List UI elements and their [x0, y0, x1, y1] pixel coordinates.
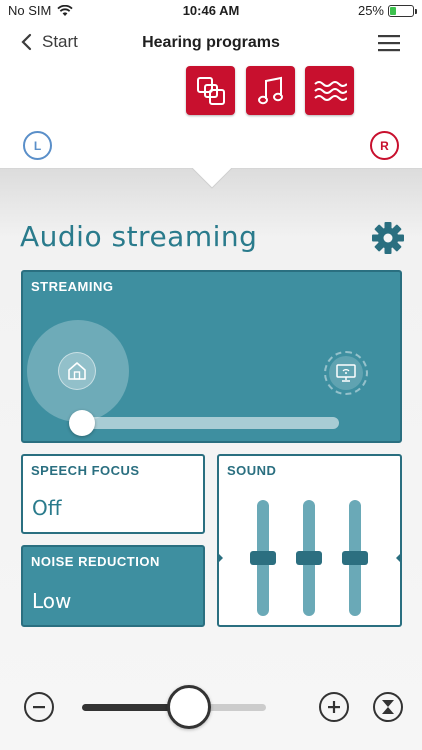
timer-button[interactable] [373, 692, 403, 722]
sound-panel[interactable]: SOUND [217, 454, 402, 627]
noise-reduction-label: NOISE REDUCTION [31, 554, 160, 569]
speech-focus-value: Off [32, 496, 62, 520]
sound-label: SOUND [227, 463, 277, 478]
tv-streamer-icon[interactable] [324, 351, 368, 395]
tv-streamer-inner [329, 356, 363, 390]
program-button-waves[interactable] [305, 66, 354, 115]
sound-band-thumb[interactable] [342, 551, 368, 565]
nav-bar: Start Hearing programs [0, 22, 422, 66]
page-title: Hearing programs [142, 34, 280, 51]
speech-focus-panel[interactable]: SPEECH FOCUS Off [21, 454, 205, 534]
sound-pointer-right [396, 552, 402, 564]
waves-icon [313, 80, 347, 101]
streaming-balance-track[interactable] [81, 417, 339, 429]
status-bar: No SIM 10:46 AM 25% [0, 0, 422, 22]
volume-thumb[interactable] [166, 685, 211, 729]
streaming-panel[interactable]: STREAMING [21, 270, 402, 443]
streaming-balance-thumb[interactable] [69, 410, 95, 436]
home-icon[interactable] [58, 352, 96, 390]
gear-icon[interactable] [372, 222, 404, 254]
program-selector [0, 66, 422, 116]
hamburger-menu-icon[interactable] [378, 34, 400, 52]
volume-decrease-button[interactable] [24, 692, 54, 722]
streaming-label: STREAMING [31, 279, 114, 294]
sound-band-thumb[interactable] [250, 551, 276, 565]
tv-glyph [336, 364, 356, 382]
hourglass-icon [382, 700, 394, 714]
status-right: 25% [357, 3, 417, 18]
battery-charging-icon [388, 4, 417, 17]
noise-reduction-value: Low [32, 589, 72, 613]
noise-reduction-panel[interactable]: NOISE REDUCTION Low [21, 545, 205, 627]
volume-control [0, 680, 422, 736]
right-ear-badge[interactable]: R [370, 131, 399, 160]
program-button-music[interactable] [246, 66, 295, 115]
music-note-icon [257, 76, 283, 104]
minus-circle-icon [33, 706, 45, 709]
home-icon-glyph [68, 362, 86, 380]
left-ear-badge[interactable]: L [23, 131, 52, 160]
battery-percent: 25% [357, 3, 384, 18]
plus-circle-icon [328, 701, 340, 713]
streaming-program-icon [196, 76, 225, 105]
sound-band-thumb[interactable] [296, 551, 322, 565]
volume-increase-button[interactable] [319, 692, 349, 722]
program-button-streaming[interactable] [186, 66, 235, 115]
speech-focus-label: SPEECH FOCUS [31, 463, 140, 478]
battery-fill [390, 6, 396, 15]
section-title: Audio streaming [20, 220, 258, 253]
sound-pointer-left [217, 552, 223, 564]
